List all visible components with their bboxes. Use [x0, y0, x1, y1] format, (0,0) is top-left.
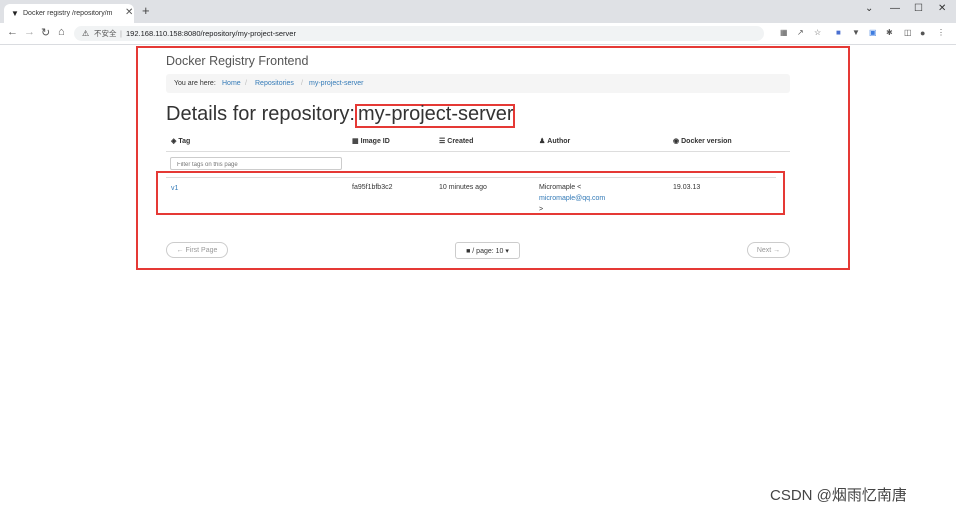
breadcrumb-repositories-link[interactable]: Repositories — [255, 74, 294, 93]
filter-extension-icon[interactable]: ▼ — [852, 28, 860, 37]
column-header-docker-version[interactable]: ◉ Docker version — [673, 137, 732, 145]
home-icon[interactable]: ⌂ — [58, 26, 65, 38]
browser-tab[interactable]: ▼ Docker registry /repository/m ✕ — [4, 4, 134, 23]
app-brand[interactable]: Docker Registry Frontend — [166, 54, 308, 68]
warning-icon: ⚠ — [82, 29, 90, 38]
next-page-button[interactable]: Next → — [747, 242, 790, 258]
translate-icon[interactable]: ▦ — [780, 28, 788, 37]
eye-icon: ◉ — [673, 138, 680, 145]
per-page-label: / page: 10 — [472, 248, 504, 255]
browser-tab-strip: ▼ Docker registry /repository/m ✕ + ⌄ — … — [0, 0, 956, 23]
author-email-link[interactable]: micromaple@qq.com — [539, 195, 605, 202]
extension-icon[interactable]: ■ — [836, 28, 841, 37]
profile-avatar[interactable]: ● — [920, 28, 925, 38]
breadcrumb-home-link[interactable]: Home — [222, 74, 241, 93]
caret-down-icon: ▾ — [505, 248, 509, 255]
forward-arrow-icon[interactable]: → — [24, 26, 35, 38]
header-author-label: Author — [547, 138, 571, 145]
back-arrow-icon[interactable]: ← — [7, 26, 18, 38]
address-bar[interactable]: ⚠ 不安全 | 192.168.110.158:8080/repository/… — [74, 26, 764, 41]
close-window-button[interactable]: ✕ — [938, 3, 946, 14]
browser-toolbar: ← → ↻ ⌂ ⚠ 不安全 | 192.168.110.158:8080/rep… — [0, 23, 956, 45]
breadcrumb: You are here: Home / Repositories / my-p… — [166, 74, 790, 93]
sidebar-icon[interactable]: ◫ — [904, 28, 912, 37]
author-close-bracket: > — [539, 206, 544, 213]
share-icon[interactable]: ↗ — [797, 28, 804, 37]
url-text: 192.168.110.158:8080/repository/my-proje… — [126, 29, 296, 38]
list-icon: ☰ — [439, 138, 446, 145]
author-name-cell: Micromaple < — [539, 184, 582, 191]
book-icon: ■ — [466, 248, 471, 255]
qrcode-icon: ▦ — [352, 138, 359, 145]
breadcrumb-divider: / — [245, 80, 247, 87]
per-page-dropdown[interactable]: ■ / page: 10 ▾ — [455, 242, 520, 259]
tag-link[interactable]: v1 — [171, 185, 178, 192]
address-divider: | — [120, 29, 122, 38]
header-tag-label: Tag — [178, 138, 191, 145]
bookmark-star-icon[interactable]: ☆ — [814, 28, 821, 37]
minimize-button[interactable]: — — [890, 3, 900, 14]
image-id-cell: fa95f1bfb3c2 — [352, 184, 393, 191]
table-divider — [166, 151, 790, 152]
docker-favicon-icon: ▼ — [11, 9, 19, 18]
tab-title: Docker registry /repository/m — [23, 10, 113, 17]
table-divider — [166, 177, 776, 178]
breadcrumb-divider: / — [301, 80, 303, 87]
repository-name: my-project-server — [358, 103, 514, 125]
breadcrumb-current[interactable]: my-project-server — [309, 74, 363, 93]
insecure-label: 不安全 — [94, 29, 117, 38]
reload-icon[interactable]: ↻ — [41, 26, 50, 39]
first-page-button[interactable]: ← First Page — [166, 242, 228, 258]
menu-kebab-icon[interactable]: ⋮ — [937, 28, 945, 37]
user-icon: ♟ — [539, 138, 546, 145]
header-image-id-label: Image ID — [360, 138, 390, 145]
maximize-button[interactable]: ☐ — [914, 3, 923, 14]
column-header-author[interactable]: ♟ Author — [539, 137, 570, 145]
translate-extension-icon[interactable]: ▣ — [869, 28, 877, 37]
watermark: CSDN @烟雨忆南唐 — [770, 487, 907, 504]
column-header-tag[interactable]: ◈ Tag — [171, 137, 190, 145]
tag-icon: ◈ — [171, 138, 177, 145]
filter-tags-input[interactable] — [170, 157, 342, 170]
breadcrumb-prefix: You are here: — [174, 80, 216, 87]
tab-close-button[interactable]: ✕ — [125, 7, 133, 18]
docker-version-cell: 19.03.13 — [673, 184, 701, 191]
header-created-label: Created — [447, 138, 474, 145]
created-cell: 10 minutes ago — [439, 184, 487, 191]
header-docker-version-label: Docker version — [681, 138, 732, 145]
page-title-prefix: Details for repository: — [166, 103, 355, 125]
puzzle-extension-icon[interactable]: ✱ — [886, 28, 893, 37]
new-tab-button[interactable]: + — [142, 3, 150, 18]
column-header-image-id[interactable]: ▦ Image ID — [352, 137, 390, 145]
tab-search-button[interactable]: ⌄ — [865, 3, 873, 14]
page-title: Details for repository: my-project-serve… — [166, 103, 514, 126]
column-header-created[interactable]: ☰ Created — [439, 137, 473, 145]
